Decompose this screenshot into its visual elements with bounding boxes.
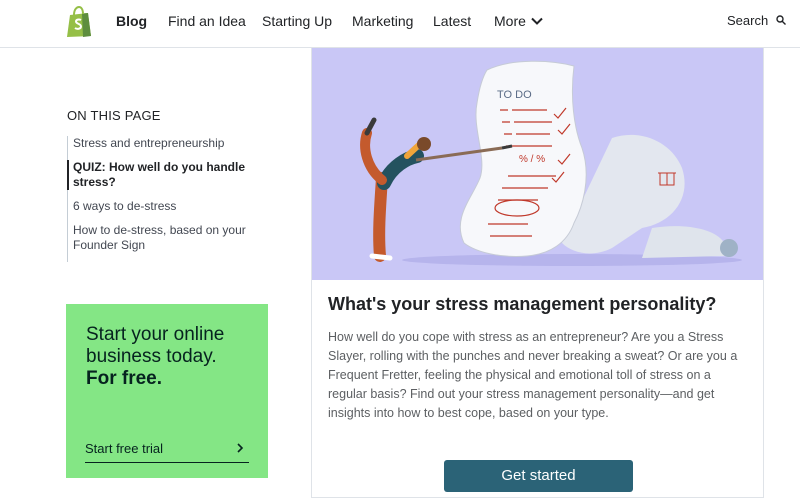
nav-starting-up[interactable]: Starting Up	[262, 13, 332, 29]
toc-heading: ON THIS PAGE	[67, 108, 161, 123]
toc-item-ways-to-de-stress[interactable]: 6 ways to de-stress	[68, 199, 267, 214]
quiz-title: What's your stress management personalit…	[328, 294, 717, 314]
nav-marketing[interactable]: Marketing	[352, 13, 413, 29]
nav-more[interactable]: More	[494, 13, 526, 29]
nav-latest[interactable]: Latest	[433, 13, 471, 29]
promo-headline-line2: For free.	[86, 368, 163, 389]
quiz-description: How well do you cope with stress as an e…	[328, 330, 738, 420]
todo-marks: % / %	[519, 154, 545, 165]
hero-illustration: TO DO % / %	[312, 48, 763, 280]
free-trial-promo: Start your online business today. For fr…	[66, 304, 268, 478]
todo-heading: TO DO	[497, 89, 532, 101]
nav-blog[interactable]: Blog	[116, 13, 147, 29]
yoga-todo-illustration: TO DO % / %	[360, 60, 742, 266]
chevron-down-icon[interactable]	[530, 14, 544, 28]
start-free-trial-link[interactable]: Start free trial	[85, 441, 249, 463]
toc-item-stress-and-entrepreneurship[interactable]: Stress and entrepreneurship	[68, 136, 267, 151]
chevron-right-icon	[237, 443, 244, 453]
top-navigation: Blog Find an Idea Starting Up Marketing …	[0, 0, 800, 48]
promo-headline: Start your online business today. For fr…	[86, 324, 268, 390]
shopify-bag-icon[interactable]	[64, 6, 94, 38]
table-of-contents: Stress and entrepreneurship QUIZ: How we…	[67, 136, 267, 262]
toc-item-quiz[interactable]: QUIZ: How well do you handle stress?	[67, 160, 267, 190]
nav-find-an-idea[interactable]: Find an Idea	[168, 13, 246, 29]
quiz-card: TO DO % / % What's your stress managemen…	[311, 48, 764, 498]
toc-item-founder-sign[interactable]: How to de-stress, based on your Founder …	[68, 223, 267, 253]
get-started-button[interactable]: Get started	[444, 460, 633, 492]
search-icon[interactable]	[776, 15, 786, 25]
promo-headline-line1: Start your online business today.	[86, 324, 225, 367]
start-free-trial-label: Start free trial	[85, 441, 164, 456]
search-link[interactable]: Search	[727, 13, 768, 29]
